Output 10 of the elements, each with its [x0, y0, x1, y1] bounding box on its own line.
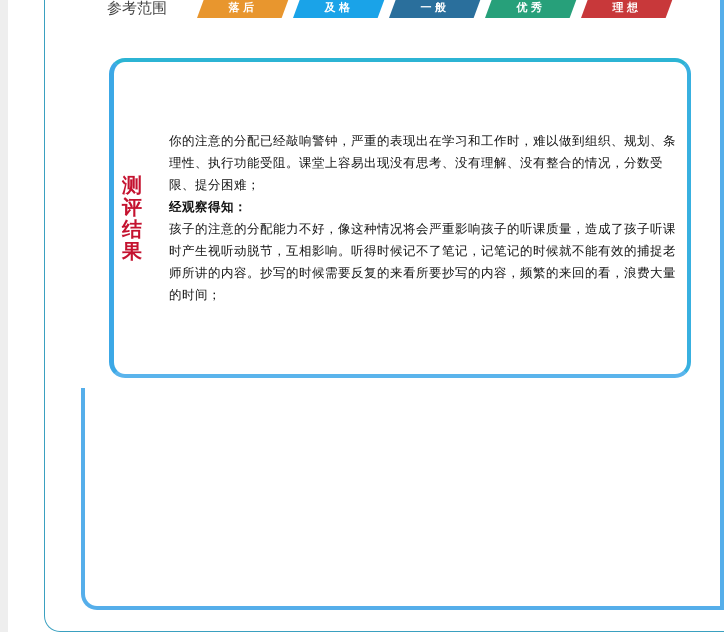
level-chevron: 及格 [293, 0, 385, 18]
reference-label: 参考范围 [107, 0, 167, 16]
result-title: 测评结果 [122, 174, 142, 262]
level-chevron: 优秀 [485, 0, 577, 18]
result-paragraph: 你的注意的分配已经敲响警钟，严重的表现出在学习和工作时，难以做到组织、规划、条理性、执行功能受阻。课堂上容易出现没有思考、没有理解、没有整合的情况，分数受限、提分困难； [169, 132, 677, 194]
result-paragraph: 孩子的注意的分配能力不好，像这种情况将会严重影响孩子的听课质量，造成了孩子听课时产生视听动脱节，互相影响。听得时候记不了笔记，记笔记的时候就不能有效的捕捉老师所讲的内容。抄写的时候需要反复的来看所要抄写的内容，频繁的来回的看，浪费大量的时间； [169, 220, 677, 304]
level-chevron: 落后 [197, 0, 289, 18]
section-heading: 经观察得知： [169, 198, 248, 216]
level-chevron: 一般 [389, 0, 481, 18]
level-chevron: 理想 [581, 0, 673, 18]
